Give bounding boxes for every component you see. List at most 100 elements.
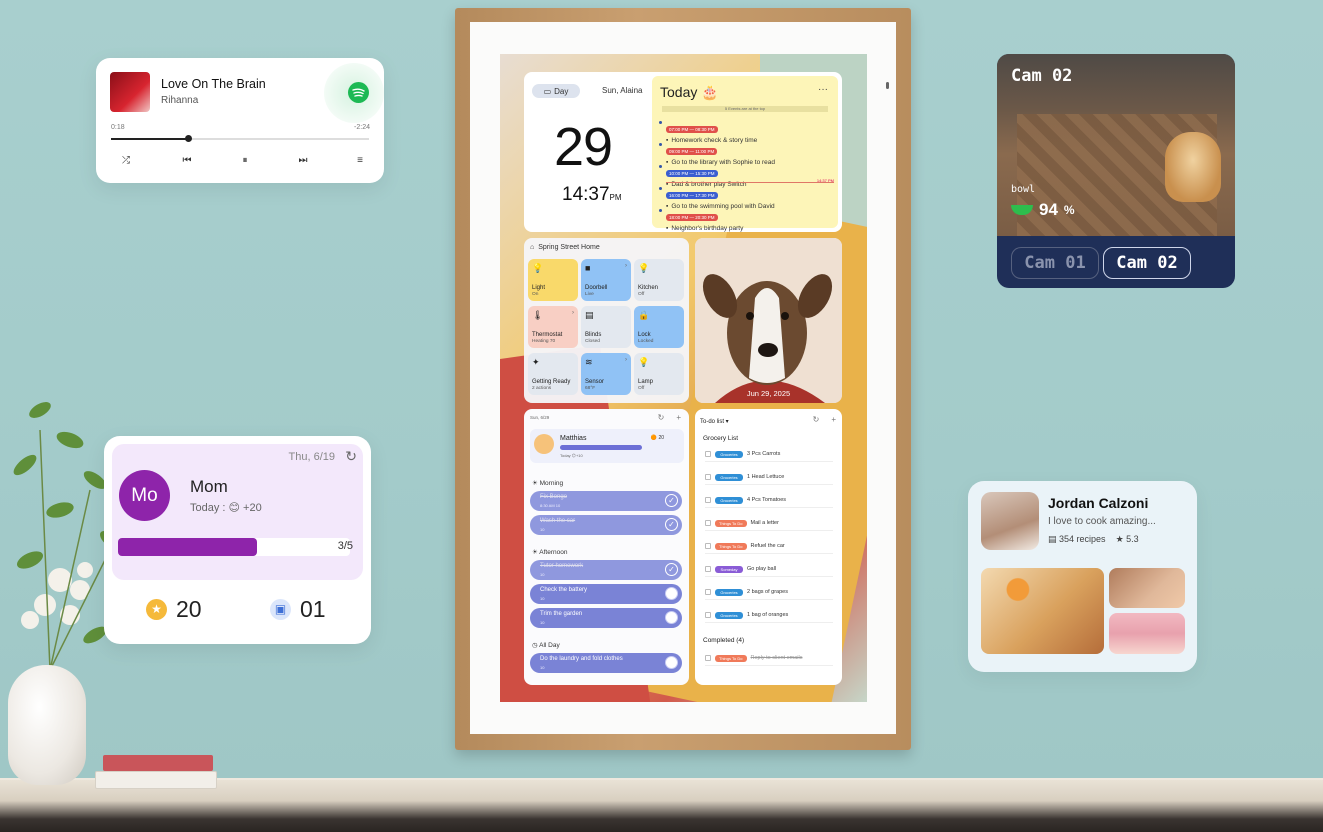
refresh-icon[interactable]: ↻ <box>658 413 665 422</box>
current-time-label: 14:37 PM <box>816 178 834 183</box>
home-tile-kitchen[interactable]: 💡 Kitchen Off <box>634 259 684 301</box>
chore-checkbox[interactable] <box>665 587 678 600</box>
chore-name: Fix Bongo <box>540 494 568 500</box>
todo-list-selector[interactable]: To-do list ▾ <box>700 418 729 425</box>
current-time: 14:37PM <box>562 184 622 205</box>
home-tile-light[interactable]: 💡 Light On <box>528 259 578 301</box>
more-icon[interactable]: ··· <box>818 84 828 95</box>
todo-card: To-do list ▾ ↻ + Grocery List Groceries 3 … <box>695 409 842 685</box>
todo-text: Go play ball <box>747 566 777 572</box>
calendar-event[interactable]: 18:00 PM — 20:30 PM ▪ Neighbor's birthday … <box>659 206 834 232</box>
todo-checkbox[interactable] <box>705 543 711 549</box>
home-tile-lamp[interactable]: 💡 Lamp Off <box>634 353 684 395</box>
chore-item[interactable]: Do the laundry and fold clothes 10 <box>530 653 682 673</box>
todo-item[interactable]: Groceries 1 bag of oranges <box>705 608 833 623</box>
camera-widget: Cam 02 bowl 94% Cam 01 Cam 02 <box>997 54 1235 288</box>
chevron-right-icon: › <box>572 310 574 316</box>
chore-checkbox[interactable] <box>665 656 678 669</box>
member-panel[interactable]: Mo Mom Today : 😊 +20 3/5 <box>112 444 363 580</box>
todo-item[interactable]: Things To Do Mail a letter <box>705 516 833 531</box>
section-afternoon: ☀ Afternoon <box>532 549 568 556</box>
next-icon[interactable]: ⏭ <box>293 155 313 169</box>
elapsed-time: 0:18 <box>111 124 125 131</box>
dog-photo <box>695 238 842 403</box>
recipe-image-baking[interactable] <box>1109 568 1185 608</box>
check-icon[interactable]: ✓ <box>665 518 678 531</box>
tile-label: Doorbell <box>585 285 608 291</box>
todo-checkbox[interactable] <box>705 474 711 480</box>
todo-item[interactable]: Groceries 1 Head Lettuce <box>705 470 833 485</box>
cam-02-button[interactable]: Cam 02 <box>1103 247 1191 279</box>
chore-item[interactable]: Check the battery 10 <box>530 584 682 604</box>
tile-state: 68°F <box>585 386 596 391</box>
tile-label: Blinds <box>585 332 602 338</box>
home-tile-doorbell[interactable]: ■ Doorbell Live › <box>581 259 631 301</box>
check-icon[interactable]: ✓ <box>665 494 678 507</box>
todo-item[interactable]: Groceries 2 bags of grapes <box>705 585 833 600</box>
add-icon[interactable]: + <box>831 415 836 424</box>
todo-checkbox[interactable] <box>705 520 711 526</box>
chore-points: 8:30 AM 10 <box>540 503 561 508</box>
smart-home-card: ⌂ Spring Street Home 💡 Light On ■ Doorbell Liv… <box>524 238 689 403</box>
view-toggle[interactable]: ▭ Day <box>532 84 580 98</box>
profile-row[interactable]: Matthias Today 😊+10 🟠 20 <box>530 429 684 463</box>
refresh-icon[interactable]: ↻ <box>813 415 820 424</box>
chore-item[interactable]: Wash the car 10 ✓ <box>530 515 682 535</box>
refresh-icon[interactable]: ↻ <box>345 448 357 465</box>
progress-knob[interactable] <box>185 135 193 142</box>
todo-checkbox[interactable] <box>705 612 711 618</box>
tile-state: Off <box>638 292 645 297</box>
tile-label: Lock <box>638 332 651 338</box>
previous-icon[interactable]: ⏮ <box>177 155 197 169</box>
dog-in-feed <box>1165 132 1221 202</box>
home-tile-getting-ready[interactable]: ✦ Getting Ready 2 actions <box>528 353 578 395</box>
todo-tag: Things To Do <box>715 542 747 550</box>
chore-item[interactable]: Fix Bongo 8:30 AM 10 ✓ <box>530 491 682 511</box>
home-tile-sensor[interactable]: ≋ Sensor 68°F › <box>581 353 631 395</box>
grocery-section-title: Grocery List <box>703 435 739 442</box>
todo-checkbox[interactable] <box>705 451 711 457</box>
check-icon[interactable]: ✓ <box>665 563 678 576</box>
clock-date: Sun, Alaina <box>602 86 643 95</box>
playback-progress[interactable] <box>111 135 369 142</box>
todo-item[interactable]: Groceries 4 Pcs Tomatoes <box>705 493 833 508</box>
spotify-icon[interactable] <box>348 82 369 103</box>
cake-icon: 🎂 <box>701 84 719 100</box>
todo-tag: Groceries <box>715 496 743 504</box>
recipe-image-macarons[interactable] <box>1109 613 1185 654</box>
profile-score: 🟠 20 <box>650 435 664 441</box>
todo-checkbox[interactable] <box>705 566 711 572</box>
album-art[interactable] <box>110 72 150 112</box>
shuffle-icon[interactable]: ⤮ <box>116 155 136 169</box>
cam-01-button[interactable]: Cam 01 <box>1011 247 1099 279</box>
artist-name: Rihanna <box>161 95 199 106</box>
chore-points: 10 <box>540 572 545 577</box>
home-tile-lock[interactable]: 🔒 Lock Locked <box>634 306 684 348</box>
chore-item[interactable]: Trim the garden 10 <box>530 608 682 628</box>
pause-icon[interactable]: ⏸ <box>235 155 255 169</box>
todo-checkbox[interactable] <box>705 497 711 503</box>
todo-item[interactable]: Groceries 3 Pcs Carrots <box>705 447 833 462</box>
event-time: 16:00 PM — 17:30 PM <box>666 192 718 199</box>
todo-checkbox[interactable] <box>705 589 711 595</box>
recipe-image-cake[interactable] <box>981 568 1104 654</box>
home-tile-thermostat[interactable]: 🌡 Thermostat Heating 70 › <box>528 306 578 348</box>
todo-item[interactable]: Things To Do Refuel the car <box>705 539 833 554</box>
chore-checkbox[interactable] <box>665 611 678 624</box>
queue-icon[interactable]: ≡ <box>350 155 370 169</box>
chore-item[interactable]: Tutor homework 10 ✓ <box>530 560 682 580</box>
tile-state: Locked <box>638 339 654 344</box>
todo-checkbox[interactable] <box>705 655 711 661</box>
photo-card[interactable]: Jun 29, 2025 <box>695 238 842 403</box>
chore-name: Wash the car <box>540 518 576 524</box>
todo-item[interactable]: Things To Do Reply to client emails <box>705 651 833 666</box>
song-title: Love On The Brain <box>161 77 266 91</box>
chef-avatar[interactable] <box>981 492 1039 550</box>
add-icon[interactable]: + <box>676 413 681 422</box>
chore-points: 10 <box>540 527 545 532</box>
avatar <box>534 434 554 454</box>
home-tile-blinds[interactable]: ▤ Blinds Closed <box>581 306 631 348</box>
clock-card: ▭ Day Sun, Alaina 29 14:37PM Today 🎂 ···… <box>524 72 842 232</box>
chef-stats: ▤ 354 recipes ★ 5.3 <box>1048 534 1139 544</box>
todo-item[interactable]: Someday Go play ball <box>705 562 833 577</box>
